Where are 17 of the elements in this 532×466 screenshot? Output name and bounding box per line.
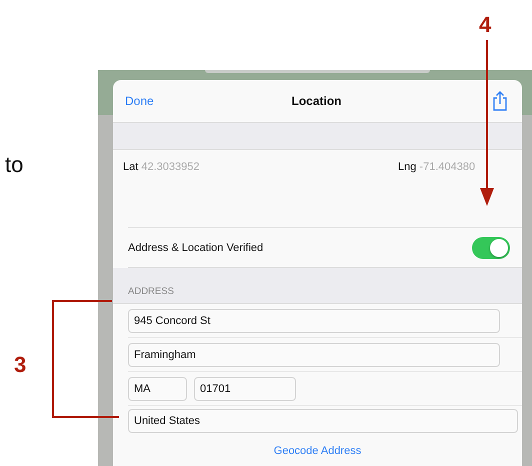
state-field[interactable]: MA xyxy=(128,376,187,400)
longitude-text: Lng -71.404380 xyxy=(398,161,476,173)
sheet-title: Location xyxy=(292,94,342,108)
city-field[interactable]: Framingham xyxy=(128,342,500,366)
body-text: to xyxy=(5,152,24,178)
done-button[interactable]: Done xyxy=(125,94,154,108)
share-icon[interactable] xyxy=(492,91,508,111)
country-field[interactable]: United States xyxy=(128,409,518,433)
street-field[interactable]: 945 Concord St xyxy=(128,308,500,332)
geocode-button[interactable]: Geocode Address xyxy=(274,445,362,457)
zip-field[interactable]: 01701 xyxy=(194,376,296,400)
latitude-text: Lat 42.3033952 xyxy=(123,161,200,173)
verified-label: Address & Location Verified xyxy=(128,242,264,254)
callout-number: 3 xyxy=(14,354,26,376)
section-header: ADDRESS xyxy=(128,286,174,297)
verified-toggle[interactable] xyxy=(472,236,510,258)
callout-number: 4 xyxy=(479,14,492,36)
